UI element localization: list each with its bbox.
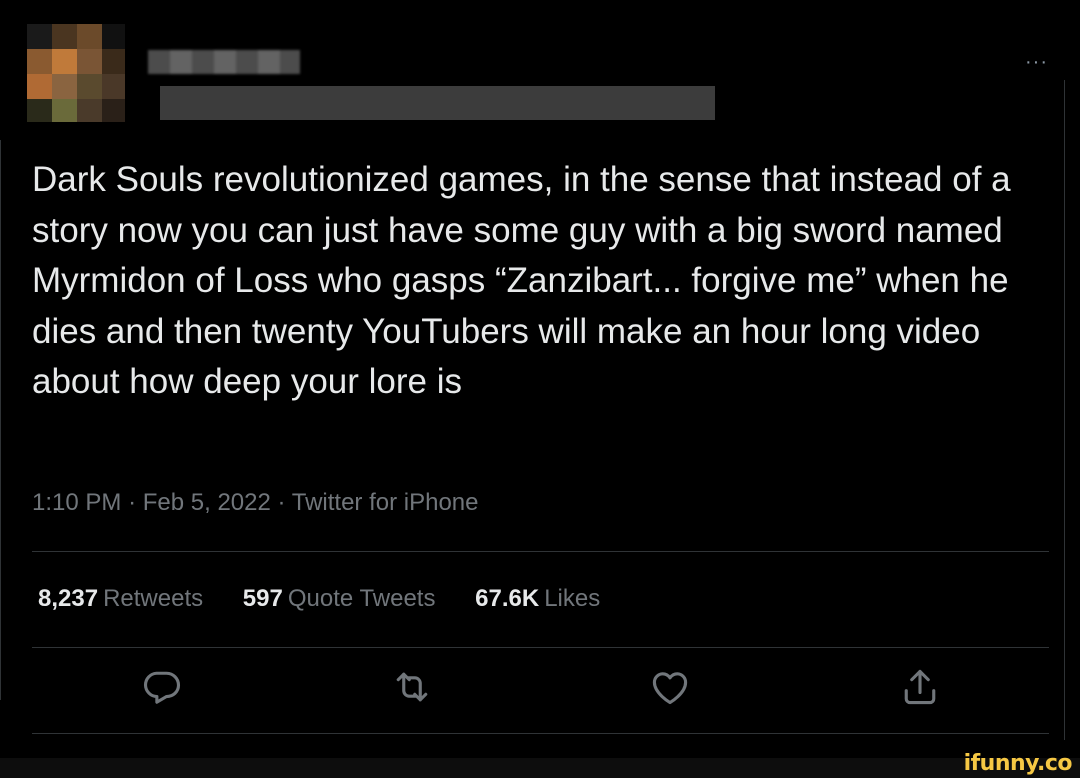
likes-label: Likes	[544, 585, 601, 612]
tweet-source[interactable]: Twitter for iPhone	[292, 489, 479, 516]
display-name-redacted[interactable]	[148, 50, 300, 74]
like-button[interactable]	[648, 665, 692, 709]
divider	[32, 647, 1049, 648]
meta-separator: ·	[128, 489, 137, 516]
tweet-metadata: 1:10 PM · Feb 5, 2022 · Twitter for iPho…	[32, 488, 479, 518]
tweet-time[interactable]: 1:10 PM	[32, 489, 121, 516]
username-redacted[interactable]	[160, 86, 715, 120]
reply-button[interactable]	[140, 665, 184, 709]
right-border	[1064, 80, 1065, 740]
divider	[32, 733, 1049, 734]
footer-band	[0, 758, 1080, 778]
quote-tweets-count: 597	[242, 585, 283, 612]
retweet-button[interactable]	[390, 665, 434, 709]
retweets-count: 8,237	[38, 585, 99, 612]
divider	[32, 551, 1049, 552]
share-icon	[904, 669, 936, 705]
left-border	[0, 140, 1, 700]
tweet-date[interactable]: Feb 5, 2022	[143, 489, 271, 516]
more-options-icon[interactable]: ···	[1025, 52, 1048, 72]
like-icon	[652, 672, 688, 705]
quote-tweets-label: Quote Tweets	[287, 585, 436, 612]
share-button[interactable]	[898, 665, 942, 709]
retweet-icon	[396, 672, 428, 702]
likes-count: 67.6K	[475, 585, 540, 612]
quote-tweets-stat[interactable]: 597 Quote Tweets	[243, 584, 436, 614]
meta-separator: ·	[277, 489, 286, 516]
tweet-text: Dark Souls revolutionized games, in the …	[32, 160, 1011, 401]
watermark-logo: ifunny.co	[963, 751, 1073, 776]
likes-stat[interactable]: 67.6K Likes	[475, 584, 600, 614]
avatar[interactable]	[27, 24, 125, 122]
retweets-stat[interactable]: 8,237 Retweets	[38, 584, 203, 614]
reply-icon	[143, 671, 181, 704]
retweets-label: Retweets	[103, 585, 204, 612]
action-bar	[0, 665, 1080, 715]
tweet-stats: 8,237 Retweets 597 Quote Tweets 67.6K Likes	[38, 584, 633, 614]
